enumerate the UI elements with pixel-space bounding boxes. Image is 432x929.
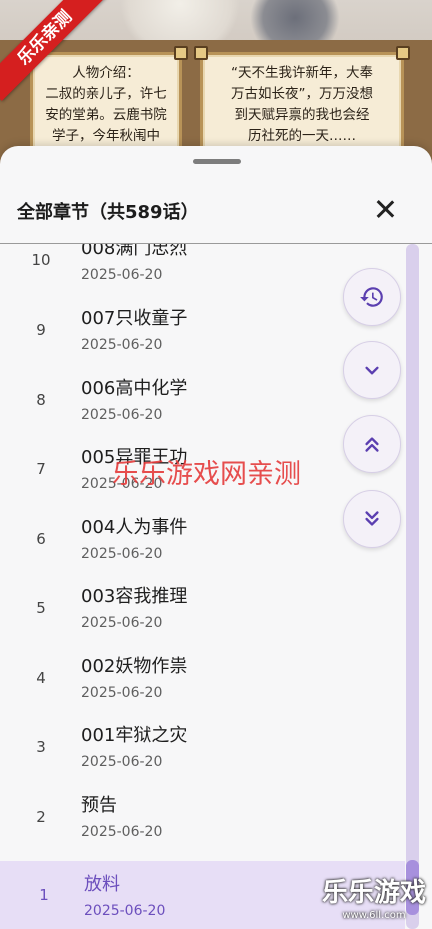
quote-panel: “天不生我许新年，大奉 万古如长夜”，万万没想 到天赋异禀的我也会经 历社死的一… [200, 52, 404, 152]
history-icon [360, 287, 383, 307]
chapter-date: 2025-06-20 [81, 337, 163, 353]
panel-line: 二叔的亲儿子，许七 [45, 86, 167, 102]
chapter-title: 002妖物作祟 [81, 656, 188, 677]
panel-line: 人物介绍： [72, 65, 140, 81]
panel-line: 万古如长夜”，万万没想 [231, 86, 373, 102]
reading-history-button[interactable] [343, 268, 401, 326]
panel-line: “天不生我许新年，大奉 [231, 65, 373, 81]
close-button[interactable] [368, 192, 402, 226]
chapter-title: 008满门忠烈 [81, 244, 188, 259]
chapter-title: 003容我推理 [81, 586, 188, 607]
chapter-row[interactable]: 2 预告 2025-06-20 [0, 781, 405, 851]
chapter-number: 9 [36, 321, 46, 339]
logo-text: 乐乐游戏 [321, 878, 426, 908]
panel-line: 历社死的一天…… [248, 128, 356, 144]
chapter-date: 2025-06-20 [81, 824, 163, 840]
chapter-title: 放料 [84, 874, 120, 895]
chapter-title: 001牢狱之灾 [81, 725, 188, 746]
chapter-title: 006高中化学 [81, 378, 188, 399]
chapter-title: 007只收童子 [81, 308, 188, 329]
chapter-date: 2025-06-20 [81, 685, 163, 701]
character-intro-panel: 人物介绍： 二叔的亲儿子，许七 安的堂弟。云鹿书院 学子，今年秋闱中举。 [30, 52, 182, 165]
chapter-date: 2025-06-20 [84, 903, 166, 919]
chapter-row[interactable]: 4 002妖物作祟 2025-06-20 [0, 642, 405, 712]
chapter-number: 2 [36, 808, 46, 826]
frame-corner-ornament [194, 46, 208, 60]
chapter-row[interactable]: 3 001牢狱之灾 2025-06-20 [0, 711, 405, 781]
drag-handle[interactable] [193, 159, 241, 164]
chapter-number: 6 [36, 530, 46, 548]
panel-line: 安的堂弟。云鹿书院 [45, 107, 167, 123]
chevron-down-icon [365, 366, 379, 375]
chapter-date: 2025-06-20 [81, 615, 163, 631]
site-logo-watermark: 乐乐游戏 www.6ll.com [316, 876, 432, 929]
chapter-title: 004人为事件 [81, 517, 188, 538]
chapter-title: 预告 [81, 795, 117, 816]
chapter-date: 2025-06-20 [81, 754, 163, 770]
logo-url: www.6ll.com [342, 910, 406, 921]
chapter-number: 3 [36, 738, 46, 756]
chapter-date: 2025-06-20 [81, 267, 163, 283]
frame-corner-ornament [396, 46, 410, 60]
chapter-number: 1 [39, 886, 49, 904]
scroll-to-bottom-button[interactable] [343, 490, 401, 548]
chapter-date: 2025-06-20 [81, 546, 163, 562]
scrollbar-track[interactable] [406, 244, 419, 929]
chapter-date: 2025-06-20 [81, 407, 163, 423]
scroll-to-top-button[interactable] [343, 415, 401, 473]
scroll-down-button[interactable] [343, 341, 401, 399]
chapter-number: 4 [36, 669, 46, 687]
chapter-list-sheet: 全部章节（共589话） 10 008满门忠烈 2025-06-20 9 007只… [0, 146, 432, 929]
site-watermark: 乐乐游戏网亲测 [112, 459, 301, 490]
frame-corner-ornament [174, 46, 188, 60]
chapter-number: 7 [36, 460, 46, 478]
sheet-title: 全部章节（共589话） [17, 202, 199, 223]
double-chevron-up-icon [365, 437, 379, 452]
chapter-number: 5 [36, 599, 46, 617]
panel-line: 到天赋异禀的我也会经 [234, 107, 370, 123]
double-chevron-down-icon [365, 511, 379, 526]
chapter-row[interactable]: 5 003容我推理 2025-06-20 [0, 572, 405, 642]
chapter-number: 10 [31, 251, 51, 269]
chapter-number: 8 [36, 391, 46, 409]
